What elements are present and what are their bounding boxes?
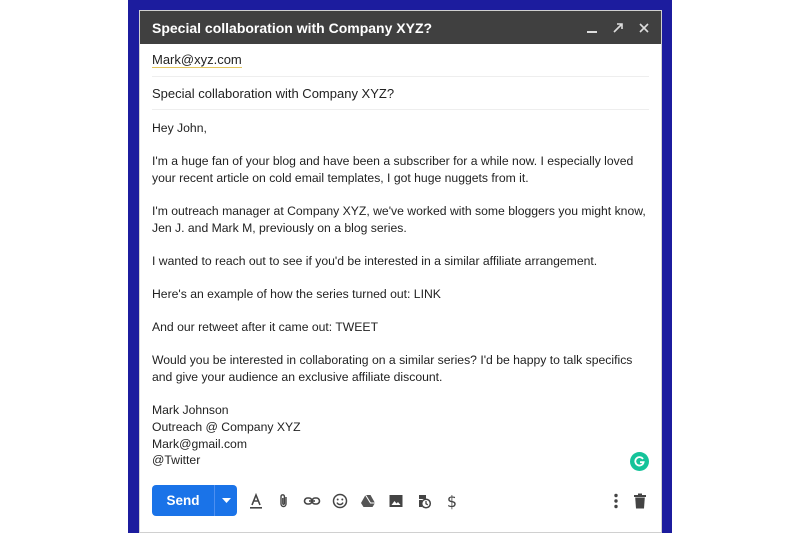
send-button-group: Send — [152, 485, 237, 516]
to-recipient[interactable]: Mark@xyz.com — [152, 52, 242, 68]
body-paragraph: I'm outreach manager at Company XYZ, we'… — [152, 203, 646, 235]
drive-icon[interactable] — [358, 491, 378, 511]
emoji-icon[interactable] — [330, 491, 350, 511]
link-icon[interactable] — [302, 491, 322, 511]
signature-twitter: @Twitter — [152, 453, 201, 468]
greeting: Hey John, — [152, 121, 207, 135]
message-body[interactable]: Hey John, I'm a huge fan of your blog an… — [152, 110, 649, 469]
body-paragraph: I wanted to reach out to see if you'd be… — [152, 253, 598, 268]
photo-icon[interactable] — [386, 491, 406, 511]
compose-toolbar: Send $ — [140, 485, 661, 519]
to-field[interactable]: Mark@xyz.com — [152, 44, 649, 77]
subject-value[interactable]: Special collaboration with Company XYZ? — [152, 86, 394, 101]
grammarly-icon[interactable] — [630, 452, 649, 471]
body-paragraph: And our retweet after it came out: TWEET — [152, 320, 379, 335]
attach-icon[interactable] — [274, 491, 294, 511]
body-paragraph: Here's an example of how the series turn… — [152, 286, 441, 301]
trash-icon[interactable] — [630, 491, 650, 511]
signature: Mark Johnson Outreach @ Company XYZ Mark… — [152, 402, 649, 469]
body-paragraph: Would you be interested in collaborating… — [152, 353, 633, 384]
body-paragraph: I'm a huge fan of your blog and have bee… — [152, 154, 634, 185]
signature-title: Outreach @ Company XYZ — [152, 419, 301, 434]
signature-email: Mark@gmail.com — [152, 436, 247, 451]
confidential-icon[interactable] — [414, 491, 434, 511]
signature-name: Mark Johnson — [152, 403, 229, 418]
compose-titlebar[interactable]: Special collaboration with Company XYZ? — [140, 11, 661, 44]
subject-field[interactable]: Special collaboration with Company XYZ? — [152, 77, 649, 110]
dollar-icon[interactable]: $ — [442, 491, 462, 511]
send-button[interactable]: Send — [152, 485, 215, 516]
chevron-down-icon — [221, 498, 231, 503]
compose-window: Special collaboration with Company XYZ? … — [139, 10, 662, 533]
expand-icon[interactable] — [611, 21, 625, 35]
minimize-icon[interactable] — [585, 21, 599, 35]
more-options-icon[interactable] — [606, 491, 626, 511]
schedule-send-dropdown[interactable] — [215, 485, 237, 516]
format-text-icon[interactable] — [246, 491, 266, 511]
compose-title: Special collaboration with Company XYZ? — [152, 19, 433, 36]
close-icon[interactable] — [637, 21, 651, 35]
